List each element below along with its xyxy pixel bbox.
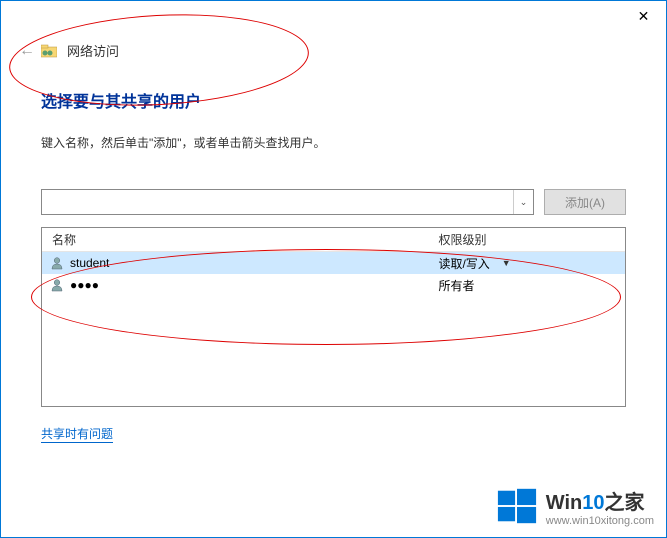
permission-cell[interactable]: 读取/写入▼ xyxy=(438,255,625,272)
user-icon xyxy=(50,256,64,270)
user-name-cell: ●●●● xyxy=(70,278,438,292)
page-title: 选择要与其共享的用户 xyxy=(41,88,626,112)
watermark-brand-pre: Win xyxy=(546,492,582,514)
breadcrumb: ← 网络访问 xyxy=(41,41,626,60)
user-search-input[interactable] xyxy=(42,190,513,214)
user-permission-table: 名称 权限级别 student读取/写入▼●●●●所有者 xyxy=(41,227,626,407)
chevron-down-icon[interactable]: ▼ xyxy=(502,258,511,268)
table-row[interactable]: student读取/写入▼ xyxy=(42,252,625,274)
user-search-combo[interactable]: ⌄ xyxy=(41,189,534,215)
back-arrow-icon[interactable]: ← xyxy=(19,42,35,60)
watermark-url: www.win10xitong.com xyxy=(546,515,654,527)
user-name-cell: student xyxy=(70,256,438,270)
close-button[interactable]: ✕ xyxy=(621,1,666,31)
column-header-name[interactable]: 名称 xyxy=(42,231,438,248)
help-link[interactable]: 共享时有问题 xyxy=(41,425,113,443)
network-folder-icon xyxy=(41,44,57,58)
instructions-text: 键入名称，然后单击"添加"，或者单击箭头查找用户。 xyxy=(41,134,626,151)
watermark: Win10之家 www.win10xitong.com xyxy=(496,485,654,527)
column-header-permission[interactable]: 权限级别 xyxy=(438,231,625,248)
windows-logo-icon xyxy=(496,485,538,527)
watermark-brand-accent: 10 xyxy=(582,492,604,514)
table-row[interactable]: ●●●●所有者 xyxy=(42,274,625,296)
add-button[interactable]: 添加(A) xyxy=(544,189,626,215)
chevron-down-icon[interactable]: ⌄ xyxy=(513,190,533,214)
breadcrumb-label: 网络访问 xyxy=(67,41,119,60)
permission-cell: 所有者 xyxy=(438,277,625,294)
watermark-brand-post: 之家 xyxy=(605,492,645,514)
user-icon xyxy=(50,278,64,292)
